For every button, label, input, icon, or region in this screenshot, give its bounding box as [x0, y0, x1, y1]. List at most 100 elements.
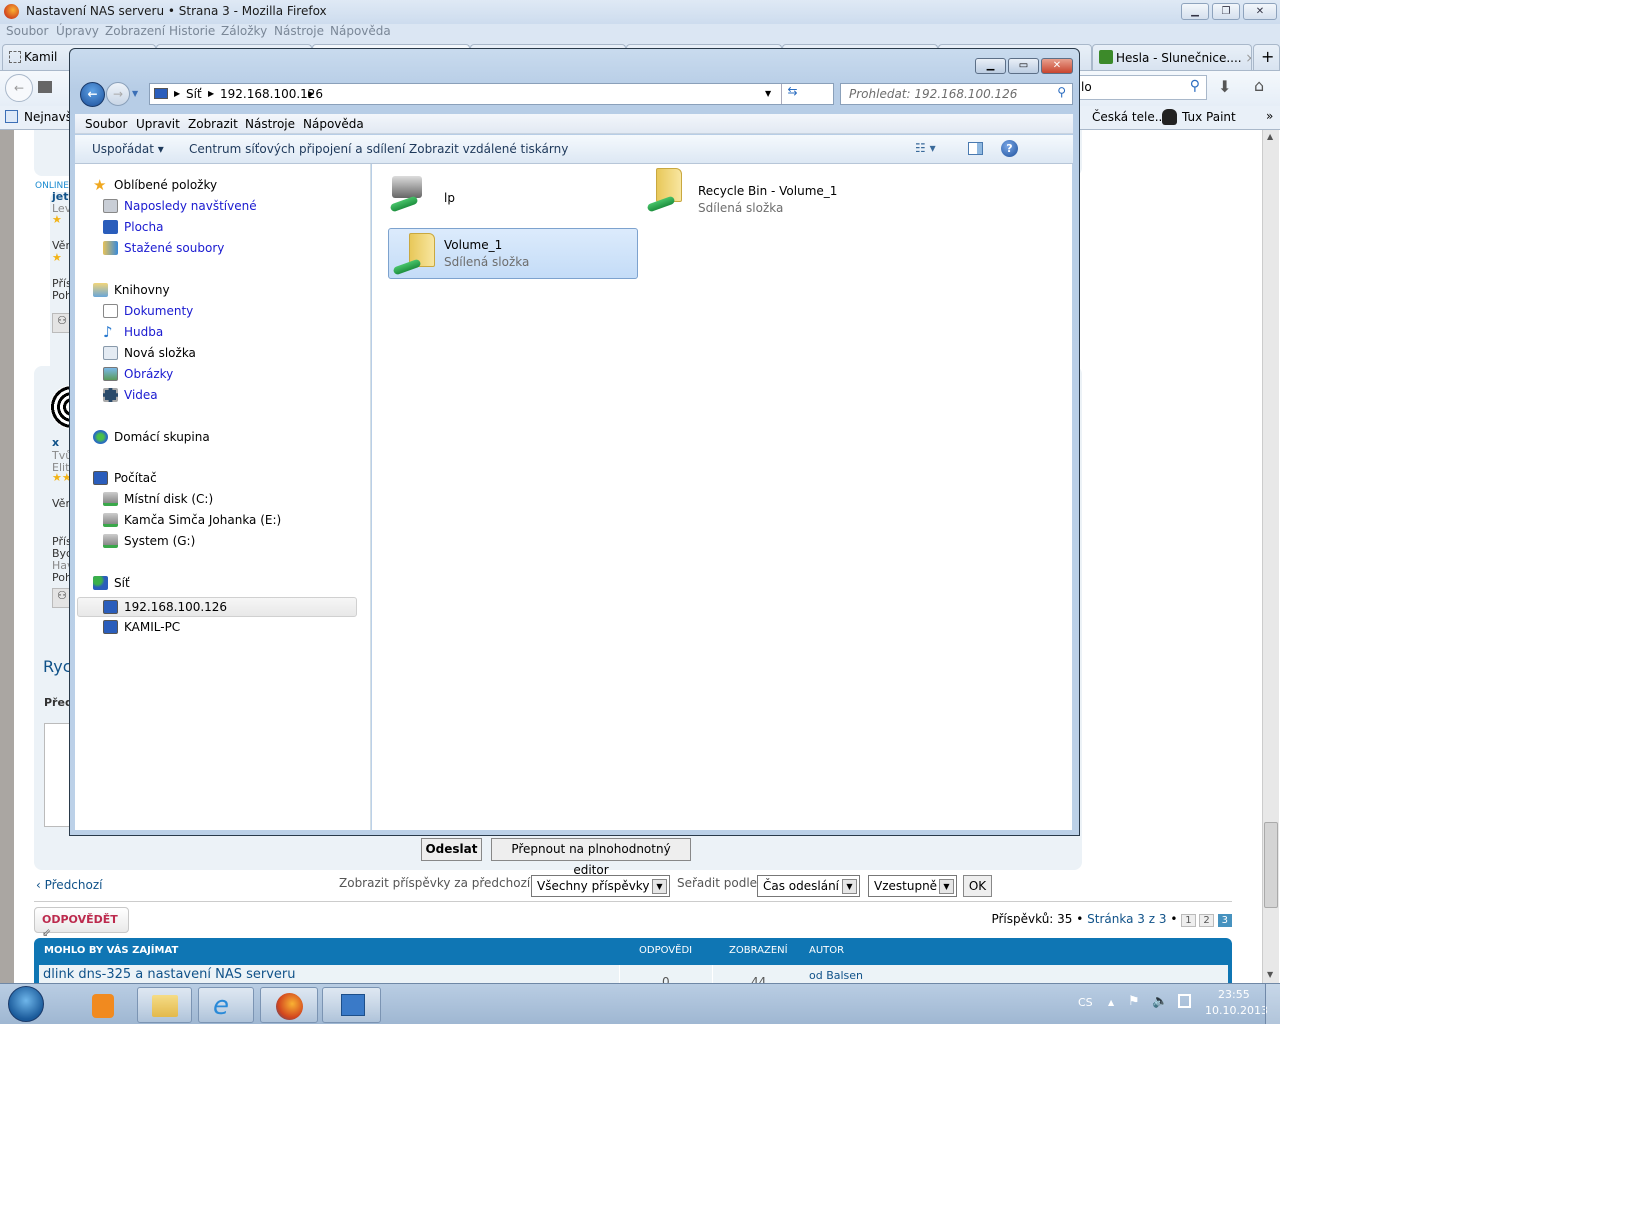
nav-recent-places[interactable]: Naposledy navštívené	[103, 197, 257, 215]
nav-music[interactable]: ♪ Hudba	[103, 323, 163, 341]
show-hidden-icons[interactable]: ▲	[1108, 998, 1114, 1007]
previous-link[interactable]: ‹ Předchozí	[36, 878, 103, 892]
recent-pages-chevron-icon[interactable]: ▼	[132, 89, 138, 98]
nav-favorites[interactable]: ★ Oblíbené položky	[93, 176, 217, 194]
send-button[interactable]: Odeslat	[421, 838, 482, 861]
change-view-icon[interactable]: ☷ ▾	[915, 141, 936, 155]
menu-nastroje[interactable]: Nástroje	[274, 24, 324, 38]
filter-select[interactable]: Všechny příspěvky ▼	[531, 875, 670, 897]
network-icon[interactable]	[1178, 994, 1191, 1008]
menu-zalozky[interactable]: Záložky	[221, 24, 267, 38]
menu-zobrazit[interactable]: Zobrazit	[188, 117, 238, 131]
ok-button[interactable]: OK	[963, 875, 992, 897]
search-icon[interactable]: ⚲	[1057, 85, 1066, 99]
nav-label: Plocha	[124, 220, 164, 234]
menu-historie[interactable]: Historie	[169, 24, 215, 38]
bookmark-ceska-tele[interactable]: Česká tele...	[1092, 110, 1166, 124]
refresh-button[interactable]: ⇆	[781, 84, 803, 104]
help-icon[interactable]: ?	[1001, 140, 1018, 157]
nav-network-ip[interactable]: 192.168.100.126	[103, 598, 227, 616]
network-center-button[interactable]: Centrum síťových připojení a sdílení	[189, 142, 405, 156]
reply-button[interactable]: ODPOVĚDĚT ⇙	[34, 907, 129, 939]
nav-network[interactable]: Síť	[93, 574, 130, 592]
sort-select[interactable]: Čas odeslání ▼	[757, 875, 860, 897]
nav-pictures[interactable]: Obrázky	[103, 365, 173, 383]
menu-soubor[interactable]: Soubor	[85, 117, 127, 131]
home-icon[interactable]: ⌂	[1254, 76, 1264, 95]
scroll-up-icon[interactable]: ▲	[1267, 132, 1273, 141]
menu-napoveda[interactable]: Nápověda	[303, 117, 364, 131]
action-center-flag-icon[interactable]: ⚑	[1128, 994, 1140, 1009]
search-icon[interactable]: ⚲	[1190, 78, 1200, 94]
search-input[interactable]: lo ⚲	[1077, 75, 1207, 100]
page-2[interactable]: 2	[1199, 914, 1214, 927]
nav-drive-c[interactable]: Místní disk (C:)	[103, 490, 213, 508]
volume-icon[interactable]: 🔈	[1152, 994, 1168, 1009]
menu-upravy[interactable]: Úpravy	[56, 24, 99, 38]
taskbar-explorer[interactable]	[137, 987, 192, 1023]
menu-soubor[interactable]: Soubor	[6, 24, 48, 38]
menu-napoveda[interactable]: Nápověda	[330, 24, 391, 38]
item-name: Recycle Bin - Volume_1	[698, 184, 838, 198]
scroll-thumb[interactable]	[1264, 822, 1278, 908]
taskbar-control-panel[interactable]	[322, 987, 381, 1023]
network-icon	[93, 576, 108, 590]
forward-button[interactable]: →	[106, 82, 130, 106]
nav-drive-e[interactable]: Kamča Simča Johanka (E:)	[103, 511, 281, 529]
taskbar-firefox[interactable]	[260, 987, 318, 1023]
scroll-down-icon[interactable]: ▼	[1267, 970, 1273, 979]
address-dropdown-icon[interactable]: ▼	[765, 89, 771, 98]
nav-homegroup[interactable]: Domácí skupina	[93, 428, 210, 446]
post-author[interactable]: x	[52, 436, 59, 449]
breadcrumb-sit[interactable]: Síť	[186, 87, 202, 101]
nav-new-folder[interactable]: Nová složka	[103, 344, 196, 362]
menu-nastroje[interactable]: Nástroje	[245, 117, 295, 131]
explorer-minimize-button[interactable]: ▁	[975, 58, 1006, 74]
nav-network-kamil-pc[interactable]: KAMIL-PC	[103, 618, 180, 636]
language-indicator[interactable]: CS	[1078, 996, 1093, 1009]
nav-libraries[interactable]: Knihovny	[93, 281, 170, 299]
page-3-current[interactable]: 3	[1217, 914, 1232, 927]
minimize-button[interactable]: ▁	[1181, 3, 1209, 20]
full-editor-button[interactable]: Přepnout na plnohodnotný editor	[491, 838, 691, 877]
show-desktop-button[interactable]	[1265, 984, 1280, 1024]
clock-time[interactable]: 23:55	[1218, 988, 1250, 1001]
bookmark-tux-paint[interactable]: Tux Paint	[1182, 110, 1236, 124]
menu-zobrazeni[interactable]: Zobrazení	[105, 24, 165, 38]
menu-upravit[interactable]: Upravit	[136, 117, 180, 131]
page-info[interactable]: Stránka 3 z 3	[1087, 912, 1166, 926]
order-select[interactable]: Vzestupně ▼	[868, 875, 957, 897]
divider	[34, 901, 1232, 902]
nav-desktop[interactable]: Plocha	[103, 218, 163, 236]
nav-downloads[interactable]: Stažené soubory	[103, 239, 224, 257]
taskbar-media-player[interactable]	[75, 987, 129, 1023]
clock-date[interactable]: 10.10.2013	[1205, 1004, 1268, 1017]
page-1[interactable]: 1	[1181, 914, 1196, 927]
explorer-search-input[interactable]: Prohledat: 192.168.100.126 ⚲	[840, 83, 1073, 105]
address-bar[interactable]: ▶ Síť ▶ 192.168.100.126 ▶ ▼ ⇆	[149, 83, 834, 105]
restore-button[interactable]: ❐	[1212, 3, 1240, 20]
page-scrollbar[interactable]: ▲ ▼	[1262, 130, 1279, 983]
tab-close-icon[interactable]: ×	[1245, 51, 1251, 65]
remote-printers-button[interactable]: Zobrazit vzdálené tiskárny	[409, 142, 568, 156]
close-button[interactable]: ✕	[1243, 3, 1277, 20]
taskbar-internet-explorer[interactable]: e	[198, 987, 254, 1023]
nav-documents[interactable]: Dokumenty	[103, 302, 193, 320]
explorer-maximize-button[interactable]: ▭	[1008, 58, 1039, 74]
nav-computer[interactable]: Počítač	[93, 469, 157, 487]
topic-link[interactable]: dlink dns-325 a nastavení NAS serveru	[43, 967, 295, 982]
organize-button[interactable]: Uspořádat ▾	[92, 142, 164, 156]
topic-author[interactable]: od Balsen	[809, 969, 863, 982]
explorer-close-button[interactable]: ✕	[1041, 58, 1073, 74]
new-tab-button[interactable]: +	[1253, 44, 1280, 70]
download-icon[interactable]: ⬇	[1218, 77, 1231, 96]
start-button[interactable]	[8, 986, 44, 1022]
item-volume-1-selected[interactable]: Volume_1 Sdílená složka	[388, 228, 638, 279]
preview-pane-icon[interactable]	[968, 142, 983, 155]
back-button[interactable]: ←	[80, 82, 105, 107]
nav-drive-g[interactable]: System (G:)	[103, 532, 195, 550]
nav-videos[interactable]: Videa	[103, 386, 158, 404]
tab-hesla[interactable]: Hesla - Slunečnice.... ×	[1092, 44, 1252, 70]
back-button[interactable]: ←	[5, 74, 33, 102]
bookmarks-more[interactable]: »	[1266, 109, 1273, 123]
